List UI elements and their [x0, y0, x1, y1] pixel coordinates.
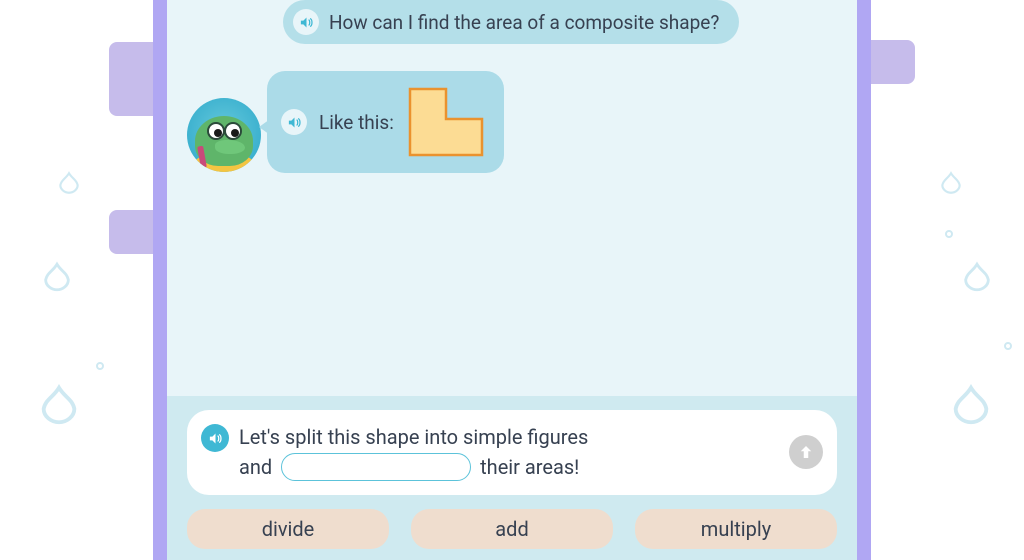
- side-tab: [109, 210, 153, 254]
- composite-shape-icon: [406, 85, 486, 159]
- question-text: How can I find the area of a composite s…: [329, 11, 719, 34]
- prompt-line1: Let's split this shape into simple figur…: [239, 425, 588, 449]
- side-tab: [871, 40, 915, 84]
- dot-decor-icon: [96, 362, 104, 370]
- user-question-bubble: How can I find the area of a composite s…: [283, 0, 739, 44]
- prompt-text: Let's split this shape into simple figur…: [239, 422, 781, 483]
- lesson-frame: How can I find the area of a composite s…: [153, 0, 871, 560]
- dot-decor-icon: [945, 230, 953, 238]
- character-avatar: [187, 98, 261, 172]
- answer-panel: Let's split this shape into simple figur…: [167, 396, 857, 560]
- speaker-icon[interactable]: [293, 9, 319, 35]
- answer-options: divide add multiply: [187, 509, 837, 549]
- speaker-icon[interactable]: [281, 109, 307, 135]
- leaf-decor-icon: [36, 382, 82, 428]
- prompt-card: Let's split this shape into simple figur…: [187, 410, 837, 495]
- tutor-response-bubble: Like this:: [267, 71, 504, 173]
- answer-blank-slot[interactable]: [281, 453, 471, 481]
- leaf-decor-icon: [938, 170, 964, 196]
- prompt-line2-before: and: [239, 455, 272, 479]
- speaker-icon[interactable]: [201, 424, 229, 452]
- option-divide[interactable]: divide: [187, 509, 389, 549]
- response-text: Like this:: [319, 111, 394, 134]
- dot-decor-icon: [1004, 342, 1012, 350]
- submit-arrow-button[interactable]: [789, 435, 823, 469]
- leaf-decor-icon: [40, 260, 74, 294]
- leaf-decor-icon: [960, 260, 994, 294]
- option-multiply[interactable]: multiply: [635, 509, 837, 549]
- leaf-decor-icon: [56, 170, 82, 196]
- prompt-line2-after: their areas!: [480, 455, 579, 479]
- chat-area: How can I find the area of a composite s…: [167, 0, 857, 396]
- option-add[interactable]: add: [411, 509, 613, 549]
- leaf-decor-icon: [948, 382, 994, 428]
- side-tab: [109, 42, 153, 116]
